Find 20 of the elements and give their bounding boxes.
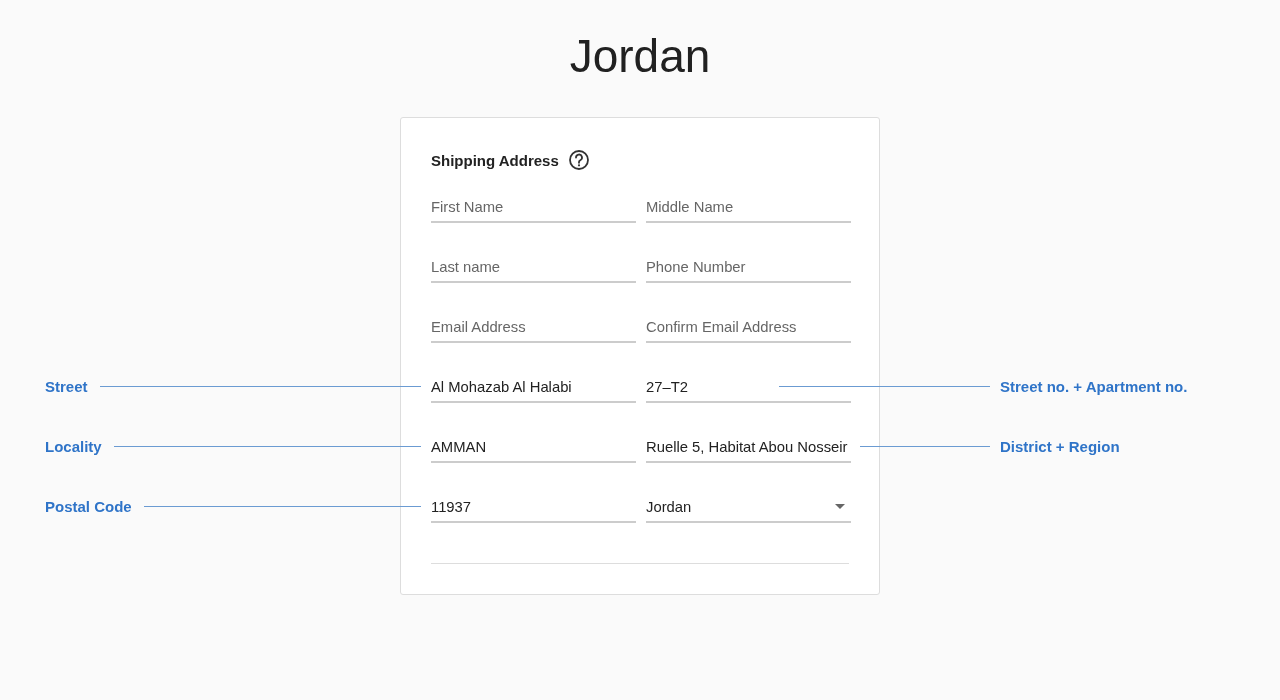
annotation-label: District + Region <box>1000 436 1120 457</box>
annotation-label: Locality <box>45 436 102 457</box>
annotation-label: Postal Code <box>45 496 132 517</box>
form-heading: Shipping Address <box>431 151 559 169</box>
input-field[interactable]: AMMAN <box>431 430 636 463</box>
input-field[interactable]: First Name <box>431 190 636 223</box>
caret-icon <box>835 504 845 509</box>
input-field[interactable]: Confirm Email Address <box>646 310 851 343</box>
page-title: Jordan <box>568 29 712 84</box>
annotation-label: Street no. + Apartment no. <box>1000 376 1188 397</box>
input-field[interactable]: Last name <box>431 250 636 283</box>
input-field[interactable]: Middle Name <box>646 190 851 223</box>
input-field[interactable]: Phone Number <box>646 250 851 283</box>
annotation-label: Street <box>45 376 88 397</box>
input-field[interactable]: Ruelle 5, Habitat Abou Nosseir <box>646 430 851 463</box>
help-icon[interactable] <box>567 149 590 171</box>
input-field[interactable]: Email Address <box>431 310 636 343</box>
input-field[interactable]: Al Mohazab Al Halabi <box>431 370 636 403</box>
input-field[interactable]: 11937 <box>431 490 636 523</box>
dropdown-field[interactable]: Jordan <box>646 490 851 523</box>
